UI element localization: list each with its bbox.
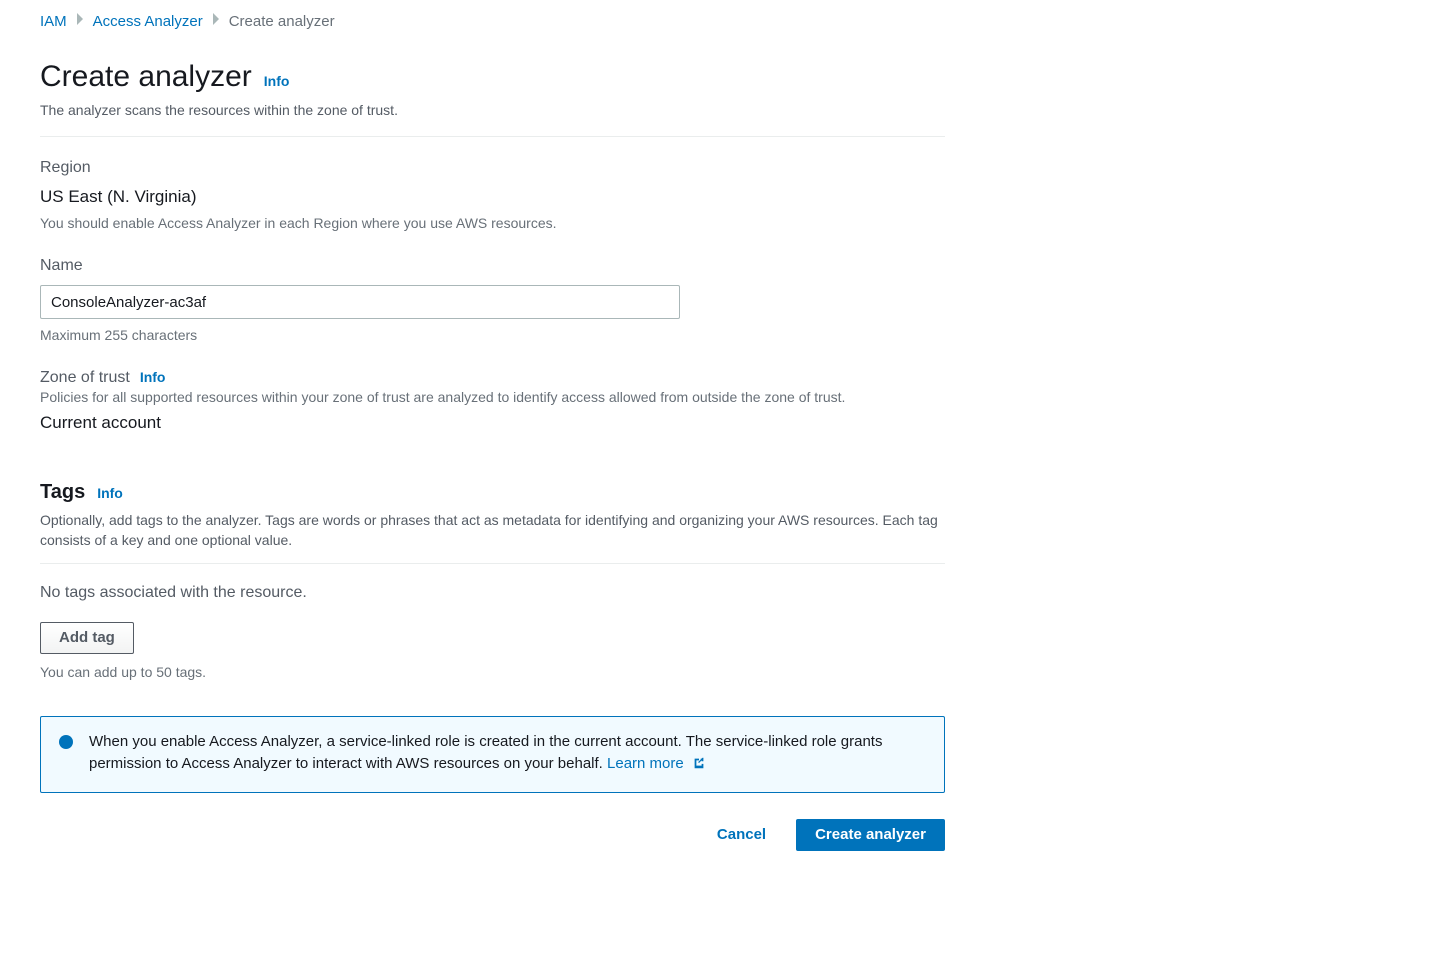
external-link-icon <box>692 755 706 778</box>
name-field: Name Maximum 255 characters <box>40 257 945 343</box>
zone-label: Zone of trust <box>40 369 130 387</box>
zone-field: Zone of trust Info Policies for all supp… <box>40 369 945 433</box>
breadcrumb: IAM Access Analyzer Create analyzer <box>40 12 1390 30</box>
chevron-right-icon <box>211 12 221 30</box>
name-input[interactable] <box>40 285 680 319</box>
tags-title: Tags <box>40 481 85 504</box>
info-link-zone[interactable]: Info <box>140 369 166 385</box>
region-value: US East (N. Virginia) <box>40 187 945 207</box>
info-alert-text: When you enable Access Analyzer, a servi… <box>89 731 926 778</box>
learn-more-link[interactable]: Learn more <box>607 755 706 772</box>
zone-value: Current account <box>40 413 945 433</box>
breadcrumb-link-access-analyzer[interactable]: Access Analyzer <box>93 13 203 30</box>
tags-empty-message: No tags associated with the resource. <box>40 584 945 602</box>
breadcrumb-current: Create analyzer <box>229 13 335 30</box>
name-help: Maximum 255 characters <box>40 327 945 343</box>
page-title: Create analyzer <box>40 60 252 94</box>
chevron-right-icon <box>75 12 85 30</box>
info-link-tags[interactable]: Info <box>97 485 123 501</box>
tags-section: Tags Info Optionally, add tags to the an… <box>40 481 945 680</box>
add-tag-button[interactable]: Add tag <box>40 622 134 654</box>
region-label: Region <box>40 159 945 177</box>
cancel-button[interactable]: Cancel <box>699 819 784 851</box>
divider <box>40 563 945 564</box>
create-analyzer-button[interactable]: Create analyzer <box>796 819 945 851</box>
divider <box>40 136 945 137</box>
info-alert-body: When you enable Access Analyzer, a servi… <box>89 733 882 773</box>
form-actions: Cancel Create analyzer <box>40 819 945 851</box>
info-link-header[interactable]: Info <box>264 73 290 89</box>
info-status-icon <box>59 735 73 749</box>
region-help: You should enable Access Analyzer in eac… <box>40 215 945 231</box>
breadcrumb-link-iam[interactable]: IAM <box>40 13 67 30</box>
zone-help: Policies for all supported resources wit… <box>40 389 945 405</box>
tags-limit-help: You can add up to 50 tags. <box>40 664 945 680</box>
info-alert: When you enable Access Analyzer, a servi… <box>40 716 945 793</box>
region-field: Region US East (N. Virginia) You should … <box>40 159 945 231</box>
page-subtitle: The analyzer scans the resources within … <box>40 102 945 118</box>
name-label: Name <box>40 257 945 275</box>
tags-description: Optionally, add tags to the analyzer. Ta… <box>40 510 945 551</box>
